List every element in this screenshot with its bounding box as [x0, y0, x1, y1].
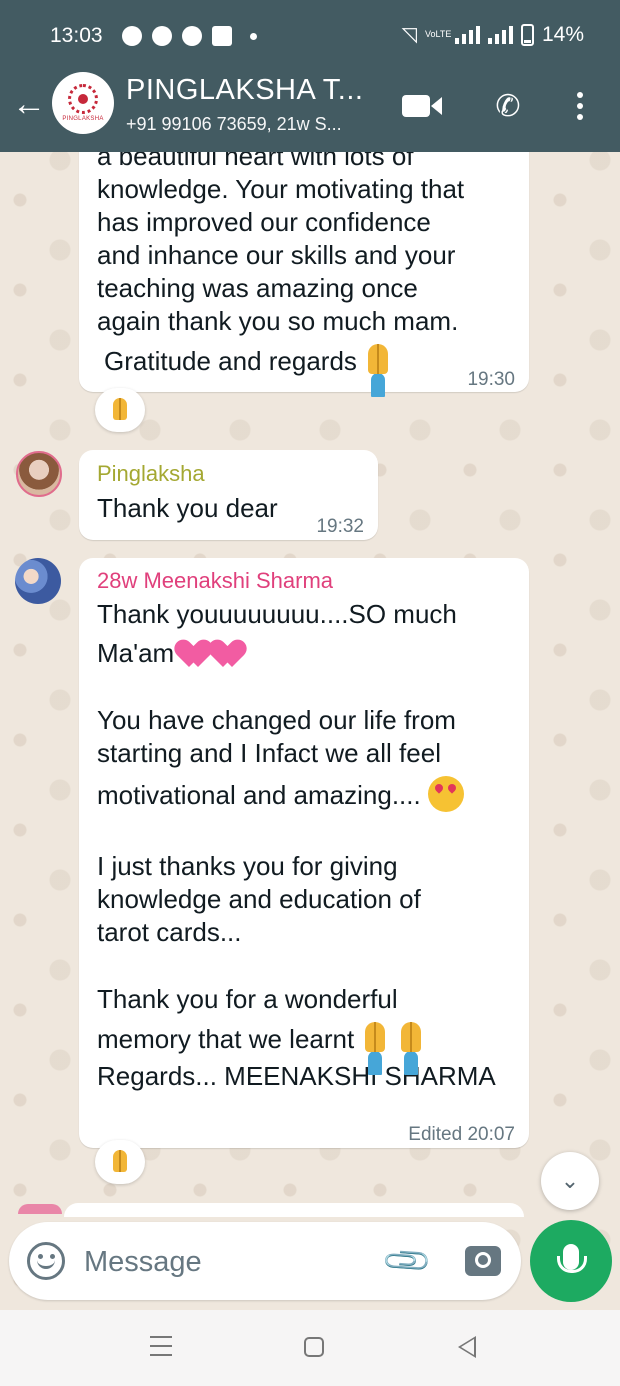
messenger-notification-icon [152, 26, 172, 46]
message-composer: 📎 [9, 1222, 521, 1300]
recent-apps-icon[interactable] [150, 1336, 172, 1356]
reaction-badge[interactable] [95, 388, 145, 432]
system-back-icon[interactable] [458, 1336, 476, 1358]
message-line: motivational and amazing.... [97, 780, 421, 810]
message-line: knowledge. Your motivating that [97, 174, 465, 204]
message-line: Gratitude and regards [104, 346, 357, 376]
app-bar: ← PINGLAKSHA PINGLAKSHA T... +91 99106 7… [0, 68, 620, 152]
attachment-paperclip-icon[interactable]: 📎 [378, 1232, 436, 1290]
scroll-to-bottom-button[interactable]: ⌄ [541, 1152, 599, 1210]
message-line: Ma'am [97, 638, 175, 668]
message-line: has improved our confidence [97, 207, 431, 237]
message-text: Thank you dear [97, 493, 278, 523]
message-line: starting and I Infact we all feel [97, 738, 441, 768]
message-time: 20:07 [467, 1124, 515, 1145]
status-right: ◹ VoLTE 14% [402, 22, 584, 47]
chat-subtitle[interactable]: +91 99106 73659, 21w S... [126, 114, 342, 135]
logo-text: PINGLAKSHA [62, 116, 104, 122]
double-chevron-down-icon: ⌄ [560, 1168, 580, 1193]
folded-hands-emoji-icon [110, 1150, 130, 1174]
chat-header: 13:03 ◹ VoLTE 14% ← PINGLAKSHA PINGLAKSH… [0, 0, 620, 152]
battery-percent: 14% [541, 22, 584, 46]
message-bubble-gratitude[interactable]: a beautiful heart with lots of knowledge… [79, 128, 529, 392]
battery-icon [520, 23, 534, 46]
message-line: Thank you for a wonderful [97, 984, 398, 1014]
wifi-icon: ◹ [401, 24, 417, 46]
back-arrow-icon[interactable]: ← [12, 84, 48, 124]
message-line: teaching was amazing once [97, 273, 418, 303]
folded-hands-emoji-icon [364, 344, 392, 376]
chat-notification-icon [122, 26, 142, 46]
avatar-pinglaksha[interactable] [16, 451, 62, 497]
avatar-meenakshi[interactable] [15, 558, 61, 604]
message-line: and inhance our skills and your [97, 240, 456, 270]
system-navigation-bar [0, 1310, 620, 1386]
signal-strength-icon [487, 25, 513, 44]
message-bubble-next[interactable] [64, 1203, 524, 1217]
chat-title[interactable]: PINGLAKSHA T... [126, 74, 363, 107]
emoji-icon[interactable] [27, 1242, 65, 1280]
message-time: 19:30 [467, 369, 515, 390]
message-line: You have changed our life from [97, 705, 456, 735]
video-call-icon[interactable] [400, 86, 444, 126]
home-icon[interactable] [304, 1337, 324, 1357]
group-avatar[interactable]: PINGLAKSHA [52, 72, 114, 134]
message-line: Regards... MEENAKSHI SHARMA [97, 1061, 496, 1091]
folded-hands-emoji-icon [361, 1022, 389, 1054]
message-line: knowledge and education of [97, 884, 421, 914]
sender-name[interactable]: Pinglaksha [97, 460, 205, 488]
folded-hands-emoji-icon [397, 1022, 425, 1054]
microphone-icon [557, 1244, 587, 1273]
message-time: 19:32 [316, 516, 364, 537]
status-bar: 13:03 ◹ VoLTE 14% [0, 0, 620, 72]
notification-icons [122, 26, 257, 46]
avatar-next-message[interactable] [18, 1204, 62, 1214]
signal-strength-icon [454, 25, 480, 44]
message-line: memory that we learnt [97, 1024, 355, 1054]
message-bubble-meenakshi[interactable]: 28w Meenakshi Sharma Thank youuuuuuuu...… [79, 558, 529, 1148]
sender-name[interactable]: 28w Meenakshi Sharma [97, 567, 333, 595]
more-notifications-dot-icon [250, 33, 257, 40]
camera-icon[interactable] [465, 1246, 501, 1276]
voice-call-icon[interactable]: ✆ [486, 86, 530, 126]
app-notification-icon [212, 26, 232, 46]
folded-hands-emoji-icon [110, 398, 130, 422]
volte-label: VoLTE [424, 29, 452, 39]
smiling-face-with-hearts-emoji-icon [427, 776, 464, 812]
message-line: Thank youuuuuuuu....SO much [97, 599, 457, 629]
reaction-badge[interactable] [95, 1140, 145, 1184]
voice-message-button[interactable] [530, 1220, 612, 1302]
message-line: tarot cards... [97, 917, 242, 947]
mandala-logo-icon [68, 84, 98, 114]
message-line: I just thanks you for giving [97, 851, 398, 881]
message-bubble-pinglaksha[interactable]: Pinglaksha Thank you dear 19:32 [79, 450, 378, 540]
message-line: again thank you so much mam. [97, 306, 459, 336]
more-options-icon[interactable] [558, 86, 602, 126]
status-time: 13:03 [50, 24, 103, 47]
edited-label: Edited [408, 1124, 463, 1145]
whatsapp-notification-icon [182, 26, 202, 46]
message-input[interactable] [84, 1242, 364, 1282]
sparkling-heart-emoji-icon [215, 638, 249, 668]
